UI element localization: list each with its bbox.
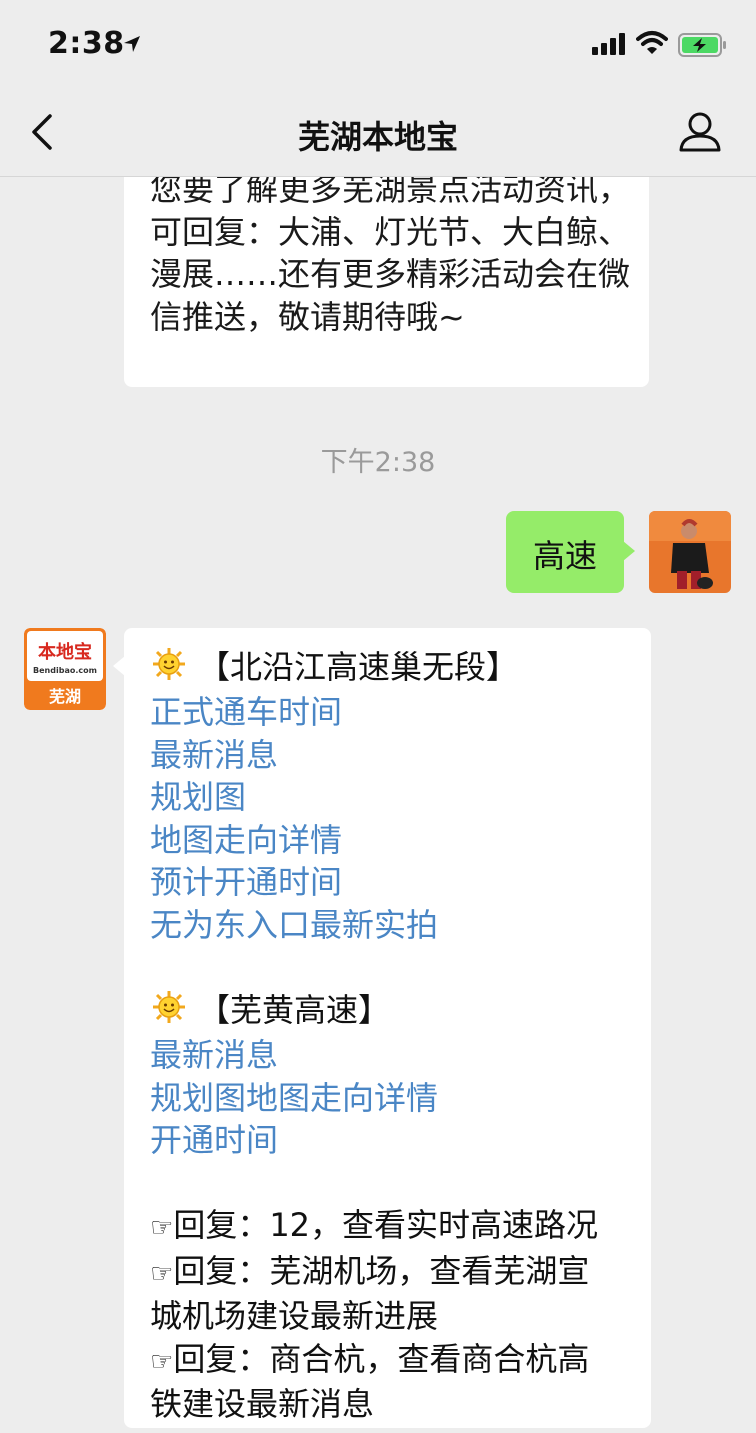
wifi-icon [636,30,668,60]
bot-reply-bubble: 【北沿江高速巢无段】 正式通车时间 最新消息 规划图 地图走向详情 预计开通时间… [113,628,651,1428]
user-message-bubble[interactable]: 高速 [506,511,635,593]
link-route-details[interactable]: 地图走向详情 [150,819,640,862]
bot-avatar-domain: Bendibao.com [33,666,97,675]
link-wuwei-east-entrance-photos[interactable]: 无为东入口最新实拍 [150,904,640,947]
person-icon [679,112,721,152]
section1-heading-row: 【北沿江高速巢无段】 [150,646,640,691]
link-wuhuang-plan-route[interactable]: 规划图地图走向详情 [150,1077,640,1120]
pointing-hand-icon: ☞ [150,1258,174,1289]
tip-railway-cont: 铁建设最新消息 [150,1385,375,1423]
status-time: 2:38 [48,26,125,61]
page-title: 芜湖本地宝 [297,118,458,156]
profile-button[interactable] [678,110,722,154]
link-plan-map[interactable]: 规划图 [150,776,640,819]
section2-heading: 【芜黄高速】 [198,990,391,1029]
sun-icon [152,990,186,1035]
bot-avatar-city: 芜湖 [49,687,81,706]
link-wuhuang-opening-time[interactable]: 开通时间 [150,1119,640,1162]
previous-message-bubble: 您要了解更多芜湖景点活动资讯，可回复：大浦、灯光节、大白鲸、漫展……还有更多精彩… [124,140,649,387]
bot-avatar-brand: 本地宝 [38,641,92,663]
link-wuhuang-latest-news[interactable]: 最新消息 [150,1034,640,1077]
cellular-signal-icon [592,33,628,59]
bot-avatar[interactable]: 本地宝 Bendibao.com 芜湖 [24,628,106,710]
pointing-hand-icon: ☞ [150,1213,174,1243]
bot-reply-content: 【北沿江高速巢无段】 正式通车时间 最新消息 规划图 地图走向详情 预计开通时间… [150,646,640,1426]
section2-heading-row: 【芜黄高速】 [150,989,640,1034]
previous-message-text: 您要了解更多芜湖景点活动资讯，可回复：大浦、灯光节、大白鲸、漫展……还有更多精彩… [150,170,631,336]
message-timestamp: 下午2:38 [320,447,436,478]
battery-charging-icon [678,33,728,61]
navigation-bar: 2:38 芜湖本地宝 [0,0,756,177]
link-latest-news[interactable]: 最新消息 [150,734,640,777]
section1-heading: 【北沿江高速巢无段】 [198,648,519,686]
user-avatar[interactable] [649,511,731,593]
pointing-hand-icon: ☞ [150,1346,174,1377]
sun-icon [152,647,186,692]
tip-airport: ☞回复：芜湖机场，查看芜湖宣 [150,1251,590,1290]
tip-railway: ☞回复：商合杭，查看商合杭高 [150,1339,590,1378]
tip-traffic: ☞回复：12，查看实时高速路况 [150,1206,599,1244]
location-arrow-icon [122,34,142,58]
user-message-text: 高速 [532,537,597,575]
tip-airport-cont: 城机场建设最新进展 [150,1297,439,1335]
link-official-opening-time[interactable]: 正式通车时间 [150,691,640,734]
link-expected-opening-time[interactable]: 预计开通时间 [150,861,640,904]
